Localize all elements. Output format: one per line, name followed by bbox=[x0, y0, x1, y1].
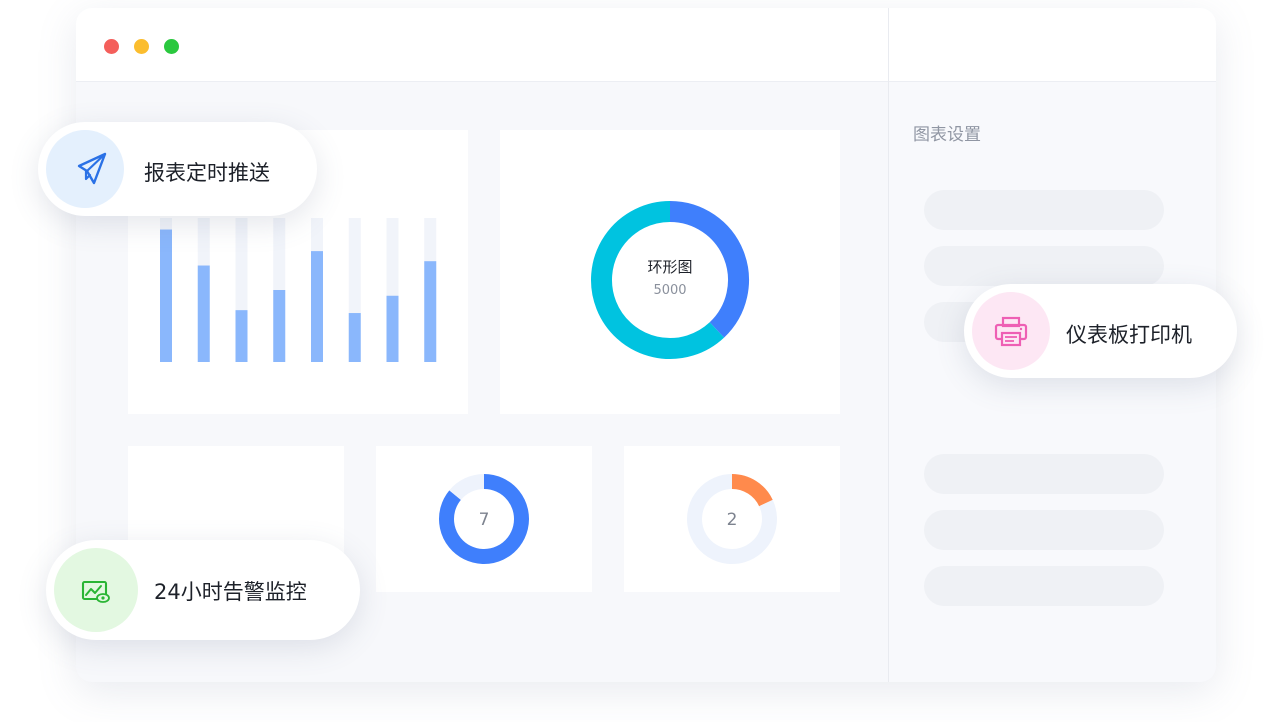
setting-placeholder bbox=[924, 190, 1164, 230]
bar[interactable] bbox=[273, 290, 286, 362]
bar[interactable] bbox=[197, 265, 210, 362]
scheduled-push-badge[interactable]: 报表定时推送 bbox=[38, 122, 317, 216]
setting-placeholder bbox=[924, 510, 1164, 550]
gauge-card-7[interactable]: 7 bbox=[376, 446, 592, 592]
gauge-chart-7: 7 bbox=[439, 474, 529, 564]
monitor-eye-icon bbox=[54, 548, 138, 632]
bar[interactable] bbox=[160, 229, 172, 362]
bar[interactable] bbox=[348, 313, 361, 362]
gauge-value: 7 bbox=[479, 510, 490, 530]
chart-settings-sidebar: 图表设置 bbox=[889, 82, 1216, 682]
sidebar-title: 图表设置 bbox=[913, 125, 981, 145]
donut-chart-title: 环形图 bbox=[647, 258, 692, 276]
close-window-button[interactable] bbox=[104, 39, 119, 54]
setting-placeholder bbox=[924, 246, 1164, 286]
setting-placeholder bbox=[924, 454, 1164, 494]
donut-chart: 环形图 5000 bbox=[591, 201, 749, 359]
scheduled-push-label: 报表定时推送 bbox=[144, 161, 270, 185]
gauge-card-2[interactable]: 2 bbox=[624, 446, 840, 592]
gauge-value: 2 bbox=[727, 510, 738, 530]
donut-slice[interactable] bbox=[591, 201, 725, 359]
donut-chart-card[interactable]: 环形图 5000 bbox=[500, 130, 840, 414]
bar[interactable] bbox=[311, 251, 323, 362]
donut-slice[interactable] bbox=[731, 474, 773, 507]
gauge-chart-2: 2 bbox=[687, 474, 777, 564]
donut-chart-value: 5000 bbox=[653, 283, 686, 298]
window-titlebar bbox=[76, 8, 1216, 82]
paper-plane-icon bbox=[46, 130, 124, 208]
donut-slice[interactable] bbox=[449, 474, 485, 501]
minimize-window-button[interactable] bbox=[134, 39, 149, 54]
bar[interactable] bbox=[235, 310, 248, 362]
alert-monitoring-badge[interactable]: 24小时告警监控 bbox=[46, 540, 360, 640]
dashboard-printer-label: 仪表板打印机 bbox=[1066, 323, 1192, 347]
alert-monitoring-label: 24小时告警监控 bbox=[154, 580, 307, 604]
printer-icon bbox=[972, 292, 1050, 370]
dashboard-printer-badge[interactable]: 仪表板打印机 bbox=[964, 284, 1237, 378]
bar[interactable] bbox=[386, 295, 399, 362]
maximize-window-button[interactable] bbox=[164, 39, 179, 54]
bar[interactable] bbox=[424, 261, 437, 362]
setting-placeholder bbox=[924, 566, 1164, 606]
